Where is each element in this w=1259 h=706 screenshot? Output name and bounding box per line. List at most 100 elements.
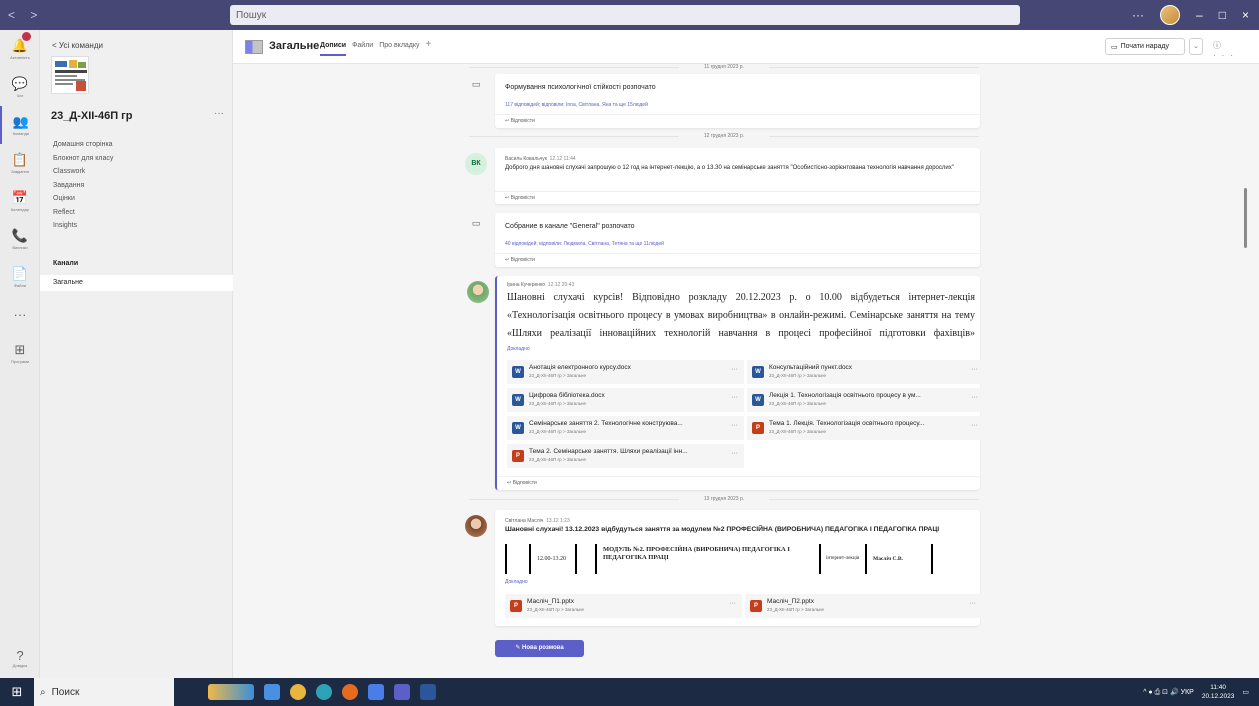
sidebar-item-reflect[interactable]: Reflect bbox=[53, 206, 113, 220]
history-nav[interactable]: < > bbox=[0, 8, 60, 22]
post-meta: Світлана Масліч 13.12 1:23 bbox=[505, 518, 570, 524]
file-attachment[interactable]: W Лекція 1. Технологізація освітнього пр… bbox=[747, 388, 984, 412]
channel-icon bbox=[245, 40, 263, 54]
rail-calls[interactable]: 📞 Виклики bbox=[0, 220, 40, 258]
zoom-icon[interactable] bbox=[368, 684, 384, 700]
file-attachment[interactable]: W Консультаційний пункт.docx 23_Д-ХІІ-46… bbox=[747, 360, 984, 384]
message-post: Світлана Масліч 13.12 1:23 Шановні слуха… bbox=[465, 510, 982, 626]
avatar[interactable] bbox=[465, 515, 487, 537]
team-avatar[interactable] bbox=[51, 56, 89, 94]
file-more-button[interactable]: ··· bbox=[731, 366, 738, 373]
more-options-button[interactable]: ··· bbox=[1132, 8, 1144, 22]
sidebar-item-home[interactable]: Домашня сторінка bbox=[53, 138, 113, 152]
rail-teams[interactable]: 👥 Команди bbox=[0, 106, 40, 144]
channel-info-button[interactable]: ⓘ ··· bbox=[1213, 40, 1259, 60]
file-more-button[interactable]: ··· bbox=[731, 394, 738, 401]
windows-taskbar: ⊞ ⌕ Поиск ^ ● ⎙ ⊡ 🔊 УКР 11:40 20.12.2023… bbox=[0, 678, 1259, 706]
replies-link[interactable]: 117 відповідей; відповіли: Inna, Світлан… bbox=[505, 102, 648, 108]
search-input[interactable]: Пошук bbox=[230, 5, 1020, 25]
replies-link[interactable]: 40 відповідей; відповіли: Людмила, Світл… bbox=[505, 241, 664, 247]
rail-chat[interactable]: 💬 Чат bbox=[0, 68, 40, 106]
post-meta: Василь Ковальчук 12.12 11:44 bbox=[505, 156, 576, 162]
rail-apps[interactable]: ⊞ Програми bbox=[0, 334, 40, 372]
reply-button[interactable]: ↩ Відповісти bbox=[495, 253, 980, 265]
feed-scrollbar[interactable] bbox=[1244, 188, 1247, 248]
tab-files[interactable]: Файли bbox=[352, 42, 373, 56]
search-icon: ⌕ bbox=[40, 686, 46, 698]
file-more-button[interactable]: ··· bbox=[971, 394, 978, 401]
see-more-link[interactable]: Докладно bbox=[507, 346, 530, 352]
file-attachment[interactable]: W Семінарське заняття 2. Технологічне ко… bbox=[507, 416, 744, 440]
word-taskbar-icon[interactable] bbox=[420, 684, 436, 700]
schedule-image[interactable]: 12.00-13.20 МОДУЛЬ №2. ПРОФЕСІЙНА (ВИРОБ… bbox=[505, 544, 942, 574]
close-button[interactable]: × bbox=[1242, 8, 1249, 22]
file-explorer-icon[interactable] bbox=[264, 684, 280, 700]
teams-taskbar-icon[interactable] bbox=[394, 684, 410, 700]
clock[interactable]: 11:40 20.12.2023 bbox=[1202, 683, 1235, 701]
powerpoint-file-icon: P bbox=[752, 422, 764, 434]
powerpoint-file-icon: P bbox=[750, 600, 762, 612]
file-more-button[interactable]: ··· bbox=[969, 600, 976, 607]
sidebar-item-insights[interactable]: Insights bbox=[53, 219, 113, 233]
sidebar-item-grades[interactable]: Оцінки bbox=[53, 192, 113, 206]
app-rail: 🔔 Активність 💬 Чат 👥 Команди 📋 Завдання … bbox=[0, 30, 40, 678]
tab-posts[interactable]: Дописи bbox=[320, 42, 347, 56]
help-label: Довідка bbox=[12, 663, 28, 668]
tray-icons[interactable]: ^ ● ⎙ ⊡ 🔊 УКР bbox=[1143, 688, 1194, 697]
message-text: Шановні слухачі! 13.12.2023 відбудуться … bbox=[505, 526, 940, 533]
rail-assignments[interactable]: 📋 Завдання bbox=[0, 144, 40, 182]
message-post: ВК Василь Ковальчук 12.12 11:44 Доброго … bbox=[465, 148, 980, 204]
firefox-icon[interactable] bbox=[342, 684, 358, 700]
team-more-button[interactable]: ··· bbox=[214, 108, 224, 119]
tab-about[interactable]: Про вкладку bbox=[379, 42, 419, 56]
sidebar-item-assignments[interactable]: Завдання bbox=[53, 179, 113, 193]
message-text: Доброго дня шановні слухачі запрошую о 1… bbox=[505, 165, 954, 171]
reply-button[interactable]: ↩ Відповісти bbox=[495, 114, 980, 126]
edge-icon[interactable] bbox=[316, 684, 332, 700]
help-button[interactable]: ? Довідка bbox=[0, 648, 40, 668]
file-more-button[interactable]: ··· bbox=[731, 450, 738, 457]
rail-calendar[interactable]: 📅 Календар bbox=[0, 182, 40, 220]
notifications-icon[interactable]: ▭ bbox=[1242, 688, 1249, 696]
add-tab-button[interactable]: + bbox=[426, 39, 432, 56]
file-attachment[interactable]: P Тема 2. Семінарське заняття. Шляхи реа… bbox=[507, 444, 744, 468]
powerpoint-file-icon: P bbox=[512, 450, 524, 462]
new-conversation-button[interactable]: ✎ Нова розмова bbox=[495, 640, 584, 657]
chrome-icon[interactable] bbox=[290, 684, 306, 700]
channel-general[interactable]: Загальне bbox=[40, 275, 233, 291]
reply-button[interactable]: ↩ Відповісти bbox=[497, 476, 980, 488]
maximize-button[interactable]: □ bbox=[1219, 8, 1226, 22]
avatar[interactable] bbox=[467, 281, 489, 303]
meeting-dropdown[interactable]: ⌄ bbox=[1189, 38, 1203, 55]
weather-widget-icon[interactable] bbox=[208, 684, 254, 700]
file-attachment[interactable]: P Масліч_П1.pptx 23_Д-ХІІ-46П гр > Загал… bbox=[505, 594, 742, 618]
file-more-button[interactable]: ··· bbox=[731, 422, 738, 429]
file-more-button[interactable]: ··· bbox=[971, 422, 978, 429]
start-meeting-button[interactable]: ▭ Почати нараду bbox=[1105, 38, 1185, 55]
channel-title: Загальне bbox=[269, 40, 320, 52]
avatar[interactable]: ВК bbox=[465, 153, 487, 175]
windows-start-icon[interactable]: ⊞ bbox=[0, 684, 34, 700]
sidebar-item-classwork[interactable]: Classwork bbox=[53, 165, 113, 179]
reply-button[interactable]: ↩ Відповісти bbox=[495, 191, 980, 203]
rail-more[interactable]: ··· bbox=[0, 296, 40, 334]
see-more-link[interactable]: Докладно bbox=[505, 579, 528, 585]
minimize-button[interactable]: – bbox=[1196, 8, 1203, 22]
rail-activity[interactable]: 🔔 Активність bbox=[0, 30, 40, 68]
all-teams-link[interactable]: < Усі команди bbox=[52, 41, 103, 50]
search-placeholder: Пошук bbox=[236, 9, 267, 21]
file-attachment[interactable]: W Цифрова бібліотека.docx 23_Д-ХІІ-46П г… bbox=[507, 388, 744, 412]
profile-avatar[interactable] bbox=[1160, 5, 1181, 25]
apps-icon: ⊞ bbox=[14, 341, 26, 357]
file-more-button[interactable]: ··· bbox=[971, 366, 978, 373]
file-attachment[interactable]: P Масліч_П2.pptx 23_Д-ХІІ-46П гр > Загал… bbox=[745, 594, 982, 618]
file-more-button[interactable]: ··· bbox=[729, 600, 736, 607]
sidebar-item-notebook[interactable]: Блокнот для класу bbox=[53, 152, 113, 166]
compose-icon: ✎ bbox=[515, 645, 523, 651]
rail-files[interactable]: 📄 Файли bbox=[0, 258, 40, 296]
file-attachment[interactable]: W Анотація електронного курсу.docx 23_Д-… bbox=[507, 360, 744, 384]
assignments-icon: 📋 bbox=[11, 151, 29, 167]
file-attachment[interactable]: P Тема 1. Лекція. Технологізація освітнь… bbox=[747, 416, 984, 440]
taskbar-search[interactable]: ⌕ Поиск bbox=[34, 678, 174, 706]
title-bar: < > Пошук ··· – □ × bbox=[0, 0, 1259, 30]
